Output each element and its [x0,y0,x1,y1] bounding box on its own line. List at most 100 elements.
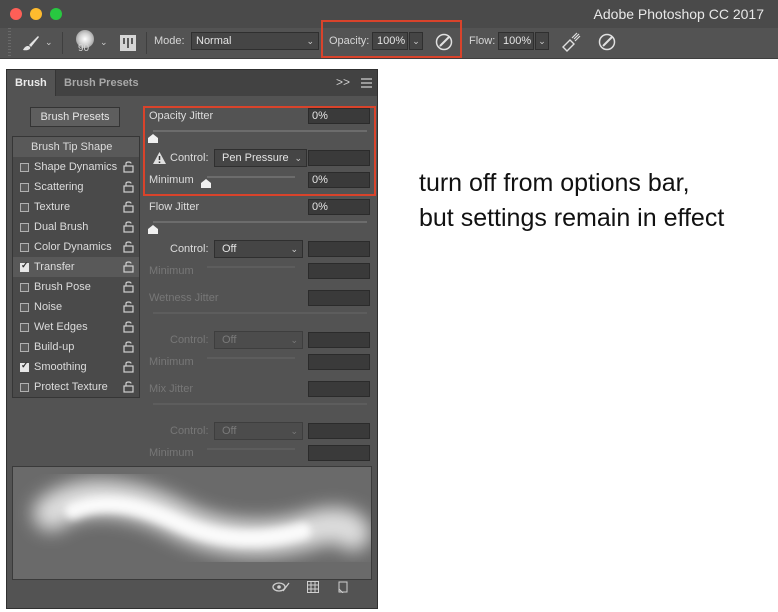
zoom-window-button[interactable] [50,8,62,20]
chevron-down-icon: ⌄ [306,36,314,46]
panel-menu-icon[interactable] [361,78,372,88]
brush-tip-shape-label: Brush Tip Shape [31,141,113,153]
lock-icon[interactable] [123,160,134,173]
lock-icon[interactable] [123,220,134,233]
new-preset-icon[interactable] [337,581,349,593]
checkbox[interactable] [20,260,29,272]
tab-brush-presets[interactable]: Brush Presets [55,70,147,96]
annotation-text: turn off from options bar, but settings … [419,166,724,236]
lock-icon[interactable] [123,200,134,213]
mix-control-value: Off [222,425,237,437]
collapse-panel-icon[interactable]: >> [336,75,350,89]
mix-jitter-input [308,381,370,397]
checkbox[interactable] [20,303,29,312]
wetness-minimum-label: Minimum [149,356,194,368]
mode-select[interactable]: Normal ⌄ [191,32,319,50]
sidebar-item-label: Transfer [34,261,75,273]
opacity-slider-button[interactable]: ⌄ [409,32,423,50]
grid-icon[interactable] [307,581,319,593]
mix-minimum-slider [207,448,295,450]
checkbox[interactable] [20,203,29,212]
brush-tool-icon[interactable] [19,33,41,53]
slider-thumb-icon[interactable] [148,134,158,143]
panel-tab-bar: Brush Brush Presets >> [7,70,377,96]
wetness-control-select: Off ⌄ [214,331,303,349]
sidebar-item-transfer[interactable]: Transfer [13,257,139,277]
flow-jitter-input[interactable]: 0% [308,199,370,215]
checkbox[interactable] [20,360,29,372]
lock-icon[interactable] [123,320,134,333]
opacity-jitter-value: 0% [312,110,328,122]
opacity-jitter-slider[interactable] [153,130,367,132]
sidebar-item-build-up[interactable]: Build-up [13,337,139,357]
brush-panel-toggle-icon[interactable] [119,34,137,52]
checkbox[interactable] [20,243,29,252]
sidebar-item-color-dynamics[interactable]: Color Dynamics [13,237,139,257]
opacity-control-select[interactable]: Pen Pressure ⌄ [214,149,307,167]
wetness-jitter-slider [153,312,367,314]
brush-stroke-preview [12,466,372,580]
opacity-minimum-slider[interactable] [207,176,295,178]
airbrush-icon[interactable] [560,32,582,52]
chevron-down-icon: ⌄ [294,153,302,163]
toggle-hard-proofing-icon[interactable] [272,581,290,593]
close-window-button[interactable] [10,8,22,20]
lock-icon[interactable] [123,260,134,273]
brush-panel: Brush Brush Presets >> Brush Presets Bru… [6,69,378,609]
mix-jitter-label: Mix Jitter [149,383,193,395]
lock-icon[interactable] [123,380,134,393]
checkbox[interactable] [20,343,29,352]
mode-value: Normal [196,35,232,47]
tool-preset-chevron-icon[interactable]: ⌄ [45,37,53,48]
app-title: Adobe Photoshop CC 2017 [593,6,764,22]
sidebar-item-texture[interactable]: Texture [13,197,139,217]
opacity-jitter-label: Opacity Jitter [149,110,214,122]
grip-handle[interactable] [8,28,11,58]
sidebar-item-smoothing[interactable]: Smoothing [13,357,139,377]
lock-icon[interactable] [123,180,134,193]
sidebar-item-wet-edges[interactable]: Wet Edges [13,317,139,337]
warning-icon [153,152,166,164]
checkbox[interactable] [20,183,29,192]
sidebar-item-scattering[interactable]: Scattering [13,177,139,197]
opacity-jitter-input[interactable]: 0% [308,108,370,124]
checkbox[interactable] [20,283,29,292]
sidebar-item-shape-dynamics[interactable]: Shape Dynamics [13,157,139,177]
lock-icon[interactable] [123,340,134,353]
wetness-jitter-input [308,290,370,306]
sidebar-item-label: Build-up [34,341,75,353]
checkbox[interactable] [20,323,29,332]
brush-tip-shape-item[interactable]: Brush Tip Shape [13,137,139,157]
slider-thumb-icon[interactable] [148,225,158,234]
lock-icon[interactable] [123,300,134,313]
flow-input[interactable]: 100% [498,32,534,50]
opacity-control-value: Pen Pressure [222,152,289,164]
flow-control-select[interactable]: Off ⌄ [214,240,303,258]
lock-icon[interactable] [123,360,134,373]
checkbox[interactable] [20,383,29,392]
checkbox[interactable] [20,163,29,172]
minimize-window-button[interactable] [30,8,42,20]
annotation-line-2: but settings remain in effect [419,204,725,232]
pressure-opacity-icon[interactable] [434,32,454,52]
sidebar-item-dual-brush[interactable]: Dual Brush [13,217,139,237]
sidebar-item-brush-pose[interactable]: Brush Pose [13,277,139,297]
brush-presets-button[interactable]: Brush Presets [30,107,120,127]
brush-picker-chevron-icon[interactable]: ⌄ [100,37,108,48]
sidebar-item-label: Shape Dynamics [34,161,118,173]
lock-icon[interactable] [123,280,134,293]
sidebar-item-label: Color Dynamics [34,241,112,253]
checkbox[interactable] [20,223,29,232]
tab-brush[interactable]: Brush [7,70,55,96]
sidebar-item-noise[interactable]: Noise [13,297,139,317]
sidebar-item-protect-texture[interactable]: Protect Texture [13,377,139,397]
opacity-minimum-input[interactable]: 0% [308,172,370,188]
opacity-input[interactable]: 100% [372,32,408,50]
sidebar-item-label: Brush Pose [34,281,91,293]
flow-slider-button[interactable]: ⌄ [535,32,549,50]
slider-thumb-icon[interactable] [201,179,211,188]
lock-icon[interactable] [123,240,134,253]
separator [62,32,63,54]
pressure-size-icon[interactable] [597,32,617,52]
flow-jitter-slider[interactable] [153,221,367,223]
